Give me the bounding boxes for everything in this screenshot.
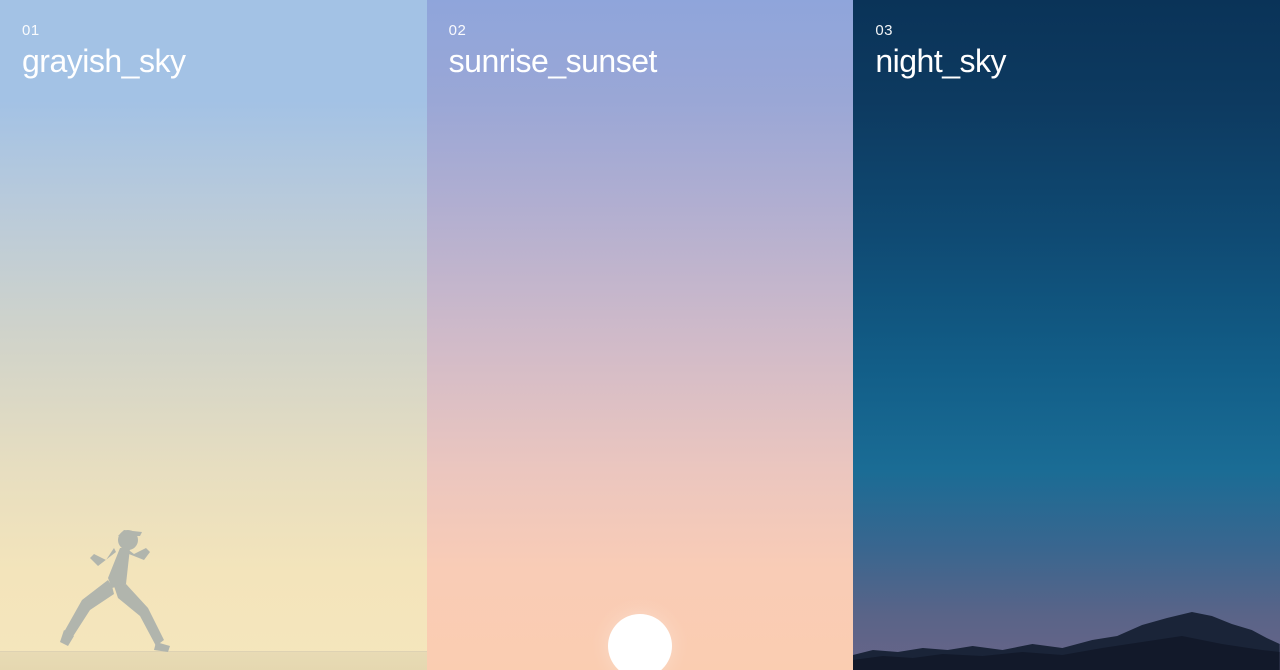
- panel-number: 03: [875, 22, 1006, 39]
- runner-icon: [60, 522, 170, 652]
- mountains-icon: [853, 600, 1280, 670]
- panel-sunrise-sunset: 02 sunrise_sunset: [427, 0, 854, 670]
- panel-label: 02 sunrise_sunset: [449, 22, 657, 80]
- panel-label: 03 night_sky: [875, 22, 1006, 80]
- panel-number: 01: [22, 22, 185, 39]
- panel-grayish-sky: 01 grayish_sky: [0, 0, 427, 670]
- panel-title: sunrise_sunset: [449, 43, 657, 80]
- panel-label: 01 grayish_sky: [22, 22, 185, 80]
- panel-number: 02: [449, 22, 657, 39]
- panel-title: night_sky: [875, 43, 1006, 80]
- panel-title: grayish_sky: [22, 43, 185, 80]
- sun-icon: [608, 614, 672, 670]
- ground-plane: [0, 652, 427, 670]
- panel-night-sky: 03 night_sky: [853, 0, 1280, 670]
